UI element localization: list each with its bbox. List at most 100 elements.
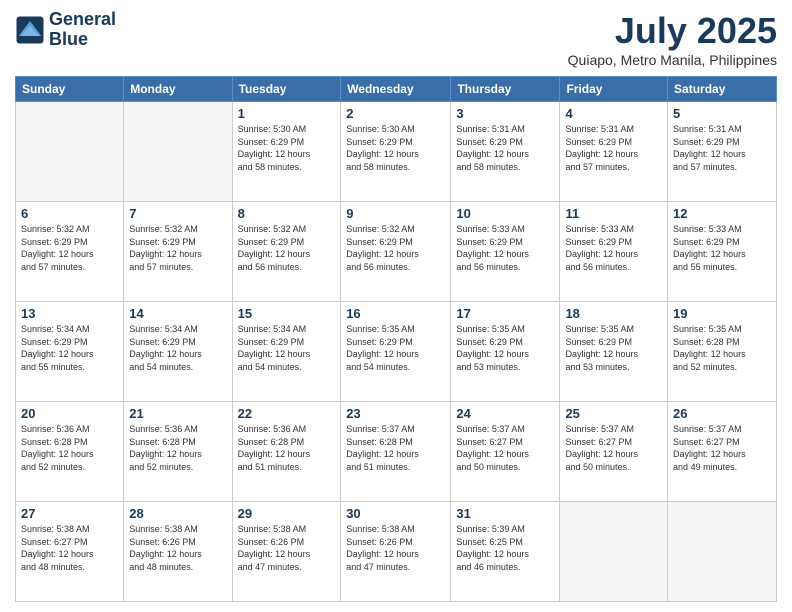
day-number: 6 [21, 206, 118, 221]
day-number: 20 [21, 406, 118, 421]
day-number: 12 [673, 206, 771, 221]
day-number: 10 [456, 206, 554, 221]
weekday-header-row: SundayMondayTuesdayWednesdayThursdayFrid… [16, 77, 777, 102]
day-info: Sunrise: 5:32 AM Sunset: 6:29 PM Dayligh… [238, 223, 336, 273]
day-info: Sunrise: 5:37 AM Sunset: 6:27 PM Dayligh… [565, 423, 662, 473]
calendar-cell: 9 Sunrise: 5:32 AM Sunset: 6:29 PM Daylig… [341, 202, 451, 302]
day-info: Sunrise: 5:30 AM Sunset: 6:29 PM Dayligh… [346, 123, 445, 173]
day-info: Sunrise: 5:38 AM Sunset: 6:26 PM Dayligh… [238, 523, 336, 573]
day-info: Sunrise: 5:33 AM Sunset: 6:29 PM Dayligh… [565, 223, 662, 273]
calendar-cell: 18 Sunrise: 5:35 AM Sunset: 6:29 PM Dayli… [560, 302, 668, 402]
calendar-cell: 19Sunrise: 5:35 AM Sunset: 6:28 PM Dayli… [668, 302, 777, 402]
week-row-2: 6 Sunrise: 5:32 AM Sunset: 6:29 PM Daylig… [16, 202, 777, 302]
day-info: Sunrise: 5:31 AM Sunset: 6:29 PM Dayligh… [456, 123, 554, 173]
calendar-cell: 14Sunrise: 5:34 AM Sunset: 6:29 PM Dayli… [124, 302, 232, 402]
logo-icon [15, 15, 45, 45]
day-info: Sunrise: 5:38 AM Sunset: 6:26 PM Dayligh… [346, 523, 445, 573]
calendar-cell: 5 Sunrise: 5:31 AM Sunset: 6:29 PM Daylig… [668, 102, 777, 202]
calendar-cell [560, 502, 668, 602]
calendar-cell: 16 Sunrise: 5:35 AM Sunset: 6:29 PM Dayli… [341, 302, 451, 402]
weekday-header-sunday: Sunday [16, 77, 124, 102]
day-number: 3 [456, 106, 554, 121]
weekday-header-friday: Friday [560, 77, 668, 102]
day-info: Sunrise: 5:39 AM Sunset: 6:25 PM Dayligh… [456, 523, 554, 573]
day-number: 25 [565, 406, 662, 421]
calendar-cell: 27 Sunrise: 5:38 AM Sunset: 6:27 PM Dayli… [16, 502, 124, 602]
day-number: 24 [456, 406, 554, 421]
day-number: 21 [129, 406, 226, 421]
day-info: Sunrise: 5:33 AM Sunset: 6:29 PM Dayligh… [673, 223, 771, 273]
weekday-header-tuesday: Tuesday [232, 77, 341, 102]
week-row-3: 13 Sunrise: 5:34 AM Sunset: 6:29 PM Dayli… [16, 302, 777, 402]
weekday-header-thursday: Thursday [451, 77, 560, 102]
calendar-body: 1 Sunrise: 5:30 AM Sunset: 6:29 PM Daylig… [16, 102, 777, 602]
day-info: Sunrise: 5:36 AM Sunset: 6:28 PM Dayligh… [129, 423, 226, 473]
day-number: 11 [565, 206, 662, 221]
day-number: 15 [238, 306, 336, 321]
week-row-4: 20 Sunrise: 5:36 AM Sunset: 6:28 PM Dayli… [16, 402, 777, 502]
calendar-cell: 23Sunrise: 5:37 AM Sunset: 6:28 PM Dayli… [341, 402, 451, 502]
header: General Blue July 2025 Quiapo, Metro Man… [15, 10, 777, 68]
day-info: Sunrise: 5:35 AM Sunset: 6:28 PM Dayligh… [673, 323, 771, 373]
day-info: Sunrise: 5:35 AM Sunset: 6:29 PM Dayligh… [565, 323, 662, 373]
day-number: 9 [346, 206, 445, 221]
calendar-cell: 11 Sunrise: 5:33 AM Sunset: 6:29 PM Dayli… [560, 202, 668, 302]
day-number: 18 [565, 306, 662, 321]
day-info: Sunrise: 5:34 AM Sunset: 6:29 PM Dayligh… [129, 323, 226, 373]
calendar-cell: 7Sunrise: 5:32 AM Sunset: 6:29 PM Daylig… [124, 202, 232, 302]
day-number: 5 [673, 106, 771, 121]
day-info: Sunrise: 5:32 AM Sunset: 6:29 PM Dayligh… [346, 223, 445, 273]
day-number: 1 [238, 106, 336, 121]
week-row-1: 1 Sunrise: 5:30 AM Sunset: 6:29 PM Daylig… [16, 102, 777, 202]
calendar-cell: 25 Sunrise: 5:37 AM Sunset: 6:27 PM Dayli… [560, 402, 668, 502]
day-info: Sunrise: 5:36 AM Sunset: 6:28 PM Dayligh… [21, 423, 118, 473]
calendar-cell: 3 Sunrise: 5:31 AM Sunset: 6:29 PM Daylig… [451, 102, 560, 202]
title-block: July 2025 Quiapo, Metro Manila, Philippi… [568, 10, 777, 68]
day-info: Sunrise: 5:31 AM Sunset: 6:29 PM Dayligh… [673, 123, 771, 173]
calendar-cell: 4 Sunrise: 5:31 AM Sunset: 6:29 PM Daylig… [560, 102, 668, 202]
logo: General Blue [15, 10, 116, 50]
calendar-cell: 28Sunrise: 5:38 AM Sunset: 6:26 PM Dayli… [124, 502, 232, 602]
weekday-header-wednesday: Wednesday [341, 77, 451, 102]
day-info: Sunrise: 5:35 AM Sunset: 6:29 PM Dayligh… [346, 323, 445, 373]
day-info: Sunrise: 5:34 AM Sunset: 6:29 PM Dayligh… [238, 323, 336, 373]
day-info: Sunrise: 5:38 AM Sunset: 6:27 PM Dayligh… [21, 523, 118, 573]
calendar-cell: 1Sunrise: 5:30 AM Sunset: 6:29 PM Daylig… [232, 102, 341, 202]
calendar-cell: 17 Sunrise: 5:35 AM Sunset: 6:29 PM Dayli… [451, 302, 560, 402]
day-info: Sunrise: 5:32 AM Sunset: 6:29 PM Dayligh… [129, 223, 226, 273]
weekday-header-saturday: Saturday [668, 77, 777, 102]
day-number: 4 [565, 106, 662, 121]
calendar-cell: 10 Sunrise: 5:33 AM Sunset: 6:29 PM Dayli… [451, 202, 560, 302]
day-number: 31 [456, 506, 554, 521]
day-number: 2 [346, 106, 445, 121]
calendar-cell: 29 Sunrise: 5:38 AM Sunset: 6:26 PM Dayli… [232, 502, 341, 602]
calendar-cell: 31 Sunrise: 5:39 AM Sunset: 6:25 PM Dayli… [451, 502, 560, 602]
day-info: Sunrise: 5:35 AM Sunset: 6:29 PM Dayligh… [456, 323, 554, 373]
day-number: 17 [456, 306, 554, 321]
page: General Blue July 2025 Quiapo, Metro Man… [0, 0, 792, 612]
calendar-cell: 8Sunrise: 5:32 AM Sunset: 6:29 PM Daylig… [232, 202, 341, 302]
day-number: 13 [21, 306, 118, 321]
calendar-cell: 22 Sunrise: 5:36 AM Sunset: 6:28 PM Dayli… [232, 402, 341, 502]
calendar-cell: 12 Sunrise: 5:33 AM Sunset: 6:29 PM Dayli… [668, 202, 777, 302]
calendar-table: SundayMondayTuesdayWednesdayThursdayFrid… [15, 76, 777, 602]
day-number: 30 [346, 506, 445, 521]
day-info: Sunrise: 5:37 AM Sunset: 6:27 PM Dayligh… [673, 423, 771, 473]
day-number: 16 [346, 306, 445, 321]
day-info: Sunrise: 5:31 AM Sunset: 6:29 PM Dayligh… [565, 123, 662, 173]
day-number: 28 [129, 506, 226, 521]
calendar-cell: 6 Sunrise: 5:32 AM Sunset: 6:29 PM Daylig… [16, 202, 124, 302]
day-number: 22 [238, 406, 336, 421]
week-row-5: 27 Sunrise: 5:38 AM Sunset: 6:27 PM Dayli… [16, 502, 777, 602]
calendar-cell: 2 Sunrise: 5:30 AM Sunset: 6:29 PM Daylig… [341, 102, 451, 202]
calendar-cell: 26Sunrise: 5:37 AM Sunset: 6:27 PM Dayli… [668, 402, 777, 502]
day-info: Sunrise: 5:33 AM Sunset: 6:29 PM Dayligh… [456, 223, 554, 273]
day-info: Sunrise: 5:34 AM Sunset: 6:29 PM Dayligh… [21, 323, 118, 373]
calendar-header: SundayMondayTuesdayWednesdayThursdayFrid… [16, 77, 777, 102]
calendar-cell [16, 102, 124, 202]
day-number: 27 [21, 506, 118, 521]
day-info: Sunrise: 5:37 AM Sunset: 6:28 PM Dayligh… [346, 423, 445, 473]
day-info: Sunrise: 5:36 AM Sunset: 6:28 PM Dayligh… [238, 423, 336, 473]
day-info: Sunrise: 5:32 AM Sunset: 6:29 PM Dayligh… [21, 223, 118, 273]
day-number: 29 [238, 506, 336, 521]
